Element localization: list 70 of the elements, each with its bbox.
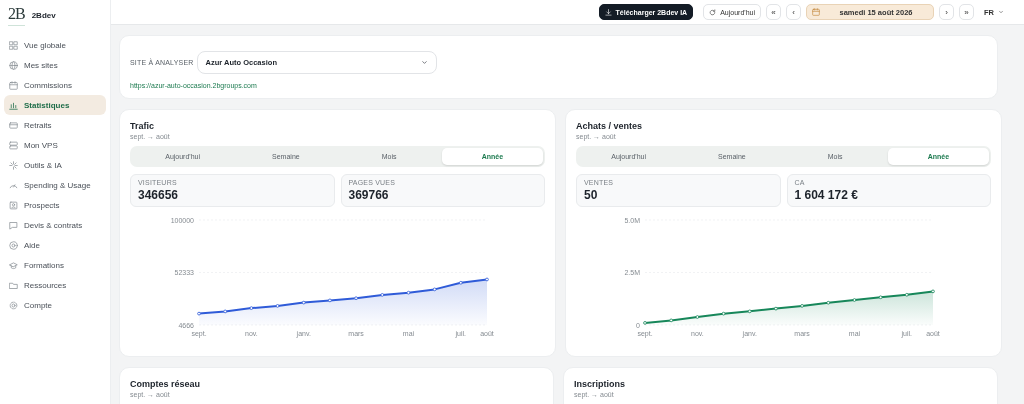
calendar-icon bbox=[9, 80, 18, 90]
sidebar-item[interactable]: Spending & Usage bbox=[4, 175, 106, 195]
server-icon bbox=[9, 140, 18, 150]
metric-value: 1 604 172 € bbox=[794, 188, 859, 202]
last-button[interactable]: » bbox=[959, 4, 974, 20]
sidebar-item[interactable]: Ressources bbox=[4, 275, 106, 295]
chart-point bbox=[380, 293, 385, 297]
chart-point bbox=[275, 304, 280, 308]
sidebar-item[interactable]: Devis & contrats bbox=[4, 215, 106, 235]
panel-title: Inscriptions bbox=[574, 379, 626, 389]
chart-point bbox=[721, 311, 726, 316]
brand-name: 2Bdev bbox=[31, 11, 56, 20]
panel-title: Achats / ventes bbox=[576, 121, 644, 131]
help-icon bbox=[9, 240, 18, 250]
previous-button[interactable]: ‹ bbox=[786, 4, 801, 20]
chevron-down-icon bbox=[420, 59, 428, 66]
chart-point bbox=[669, 318, 673, 323]
next-button[interactable]: › bbox=[939, 4, 954, 20]
chart-point bbox=[826, 300, 831, 305]
sidebar-item[interactable]: Vue globale bbox=[4, 35, 106, 55]
sparkle-icon bbox=[9, 160, 18, 170]
first-button[interactable]: « bbox=[766, 4, 781, 20]
chart-point bbox=[301, 300, 306, 305]
sidebar-item[interactable]: Statistiques bbox=[4, 95, 106, 115]
chart-point bbox=[643, 321, 647, 325]
chart-point bbox=[328, 298, 332, 303]
chart-point bbox=[852, 298, 857, 302]
sidebar-item[interactable]: Aide bbox=[4, 235, 106, 255]
chart-point bbox=[459, 281, 463, 285]
sidebar-item[interactable]: Compte bbox=[4, 295, 106, 315]
calendar-icon bbox=[812, 8, 820, 16]
chart-point bbox=[249, 306, 254, 310]
graduation-cap-icon bbox=[9, 260, 18, 270]
chart-point bbox=[800, 304, 804, 308]
metric-value: 346656 bbox=[138, 188, 180, 202]
gear-icon bbox=[9, 300, 18, 310]
chart-point bbox=[354, 296, 358, 300]
sidebar-item[interactable]: Mes sites bbox=[4, 55, 106, 75]
contact-icon bbox=[9, 200, 18, 210]
panel-title: Trafic bbox=[130, 121, 155, 131]
chart-point bbox=[695, 315, 700, 319]
globe-icon bbox=[9, 60, 18, 70]
sidebar-item[interactable]: Commissions bbox=[4, 75, 106, 95]
chart-point bbox=[774, 306, 778, 311]
sidebar-item[interactable]: Prospects bbox=[4, 195, 106, 215]
grid-icon bbox=[9, 40, 18, 50]
chart-point bbox=[931, 289, 935, 294]
bar-chart-icon bbox=[9, 100, 18, 110]
download-icon bbox=[604, 8, 612, 16]
card-icon bbox=[9, 120, 18, 130]
folder-icon bbox=[9, 280, 18, 290]
chart-point bbox=[223, 309, 227, 314]
panel-title: Comptes réseau bbox=[130, 379, 202, 389]
chart-point bbox=[878, 295, 883, 300]
logo: 2B bbox=[8, 5, 25, 26]
sidebar-item[interactable]: Formations bbox=[4, 255, 106, 275]
metric-value: 50 bbox=[584, 188, 599, 202]
chart-point bbox=[432, 287, 437, 292]
chat-icon bbox=[9, 220, 18, 230]
chart-point bbox=[747, 309, 752, 314]
refresh-icon bbox=[709, 8, 717, 16]
chart-point bbox=[905, 292, 909, 297]
chart-point bbox=[406, 290, 411, 295]
chart-point bbox=[197, 311, 201, 316]
metric-value: 369766 bbox=[348, 188, 390, 202]
chart-point bbox=[485, 277, 489, 282]
sidebar-item[interactable]: Outils & IA bbox=[4, 155, 106, 175]
chevron-down-icon bbox=[998, 9, 1004, 15]
sidebar-item[interactable]: Mon VPS bbox=[4, 135, 106, 155]
sidebar-item[interactable]: Retraits bbox=[4, 115, 106, 135]
